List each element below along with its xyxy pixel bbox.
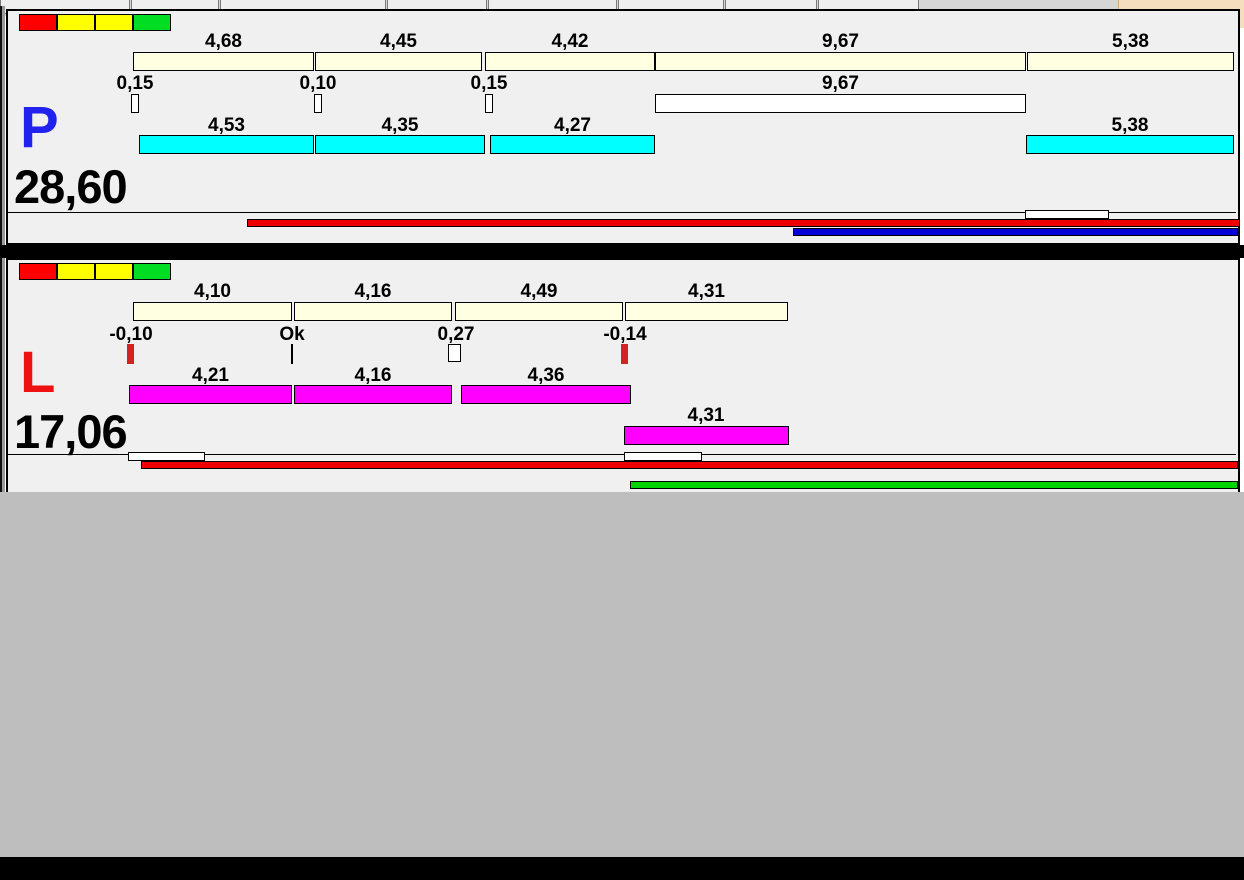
race-progress-red (141, 461, 1238, 469)
changeover-label: 0,27 (437, 324, 475, 345)
traffic-light-yellow (57, 263, 95, 280)
changeover-bar (655, 94, 1026, 113)
lane-total-time: 17,06 (14, 405, 128, 458)
split-time-label: 9,67 (822, 31, 859, 52)
panel-separator (0, 245, 1244, 258)
split-time-bar (485, 52, 655, 71)
changeover-label: 9,67 (822, 73, 859, 94)
split-time-label: 4,31 (688, 281, 725, 302)
run-time-label: 5,38 (1111, 115, 1149, 136)
changeover-label: -0,10 (109, 324, 153, 345)
lane-letter: P (20, 95, 59, 160)
traffic-light-yellow (95, 14, 133, 31)
lane-p-panel: 4,68 4,45 4,42 9,67 5,38 0,15 0,10 0,15 … (6, 9, 1240, 245)
changeover-tick (448, 344, 461, 362)
race-progress-green (630, 481, 1238, 489)
bottom-bar (0, 857, 1244, 880)
run-time-bar (139, 135, 314, 154)
progress-marker-box (624, 452, 702, 461)
split-time-label: 4,10 (194, 281, 231, 302)
split-time-bar (294, 302, 452, 321)
traffic-light-green (133, 263, 171, 280)
split-time-bar (1027, 52, 1234, 71)
run-time-label: 4,35 (381, 115, 419, 136)
traffic-light-yellow (95, 263, 133, 280)
results-section: Akela Bordier Franklin - Dash - Pötyi - … (0, 492, 1244, 858)
run-time-bar (1026, 135, 1234, 154)
run-time-label: 4,27 (554, 115, 591, 136)
changeover-label: 0,10 (299, 73, 337, 94)
run-time-label: 4,16 (354, 365, 392, 386)
run-time-label: 4,31 (687, 405, 725, 426)
run-time-label: 4,36 (527, 365, 565, 386)
traffic-light-red (19, 14, 57, 31)
run-time-bar (129, 385, 292, 404)
changeover-label: 0,15 (116, 73, 154, 94)
run-time-label: 4,53 (208, 115, 245, 136)
changeover-tick-fault (621, 344, 628, 364)
lane-total-time: 28,60 (14, 160, 128, 213)
lane-letter: L (20, 340, 56, 405)
changeover-tick-ok (291, 344, 293, 364)
split-time-label: 5,38 (1112, 31, 1149, 52)
split-time-bar (655, 52, 1026, 71)
progress-marker-box (1025, 210, 1109, 219)
run-time-bar (461, 385, 631, 404)
timing-scoreboard-window: 4,68 4,45 4,42 9,67 5,38 0,15 0,10 0,15 … (0, 0, 1244, 880)
run-time-label: 4,21 (192, 365, 229, 386)
run-time-bar (294, 385, 452, 404)
split-time-label: 4,49 (520, 281, 558, 302)
changeover-label: Ok (279, 324, 305, 345)
split-time-label: 4,42 (551, 31, 589, 52)
traffic-light-red (19, 263, 57, 280)
traffic-light-yellow (57, 14, 95, 31)
changeover-label: -0,14 (603, 324, 647, 345)
lane-l-panel: 4,10 4,16 4,49 4,31 -0,10 Ok 0,27 -0,14 … (6, 258, 1240, 494)
progress-marker-box (128, 452, 205, 461)
split-time-bar (625, 302, 788, 321)
changeover-tick-fault (127, 344, 134, 364)
split-time-label: 4,68 (205, 31, 242, 52)
run-time-bar (315, 135, 485, 154)
split-time-bar (315, 52, 482, 71)
race-progress-blue (793, 228, 1238, 236)
traffic-light-green (133, 14, 171, 31)
run-time-bar-current (624, 426, 789, 445)
split-time-bar (455, 302, 623, 321)
split-time-bar (133, 52, 314, 71)
split-time-label: 4,16 (354, 281, 392, 302)
race-progress-red (247, 219, 1240, 227)
split-time-bar (133, 302, 292, 321)
changeover-tick (314, 94, 322, 113)
changeover-tick (485, 94, 493, 113)
split-time-label: 4,45 (380, 31, 417, 52)
changeover-label: 0,15 (470, 73, 508, 94)
changeover-tick (131, 94, 139, 113)
run-time-bar (490, 135, 655, 154)
